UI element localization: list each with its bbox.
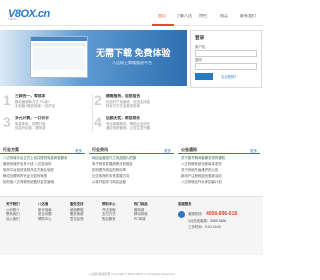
news-item[interactable]: 新用户注册即送优惠券活动 — [181, 174, 258, 178]
contact-phone: 4008-896-618 — [206, 211, 238, 217]
nav-item-buy[interactable]: 购买 — [220, 14, 228, 18]
nav-item-features[interactable]: 特色 — [199, 14, 207, 18]
news-col-header: 行业资讯 更多 — [89, 146, 174, 154]
news-item[interactable]: 八达商城平台正式上线并提供免费体验服务 — [3, 156, 83, 160]
nav-underline — [0, 25, 263, 26]
feature-number: 1 — [3, 92, 11, 108]
footer-link[interactable]: 帮助中心 — [38, 217, 66, 221]
copyright-bar: 八达网 版权所有 Copyright © 2014 V8OX.cn All Ri… — [0, 262, 263, 276]
news-item[interactable]: 网店运营技巧之商品图片拍摄 — [92, 156, 172, 160]
login-button-label: 登录 — [200, 83, 208, 87]
contact-box: 客服服务 客服热线： 4008-896-618 QQ在线客服：8888 6666… — [178, 202, 260, 248]
feature-title: 三网合一，零成本 — [15, 94, 46, 98]
banner-tagline: 八达网上商城管理平台 — [112, 61, 152, 65]
news-col-3: 公告通知 更多 关于春节期间客服安排的通知 八达商城系统全新版本发布 关于系统升… — [178, 146, 260, 186]
feature-number: 4 — [94, 114, 102, 130]
phone-icon — [178, 211, 185, 218]
logo[interactable]: V8OX.cn — [8, 4, 60, 20]
footer-link[interactable]: PC商城 — [134, 217, 162, 221]
news-item[interactable]: 关于春节期间客服安排的通知 — [181, 156, 258, 160]
feature-desc: 包括开店费，服务费 — [15, 126, 46, 130]
banner-headline: 无需下载 免费体验 — [96, 48, 171, 58]
feature-3: 3 多元计费，一口价计 免费体验，按需付费 包括开店费，服务费 — [3, 114, 91, 134]
nav-item-home[interactable]: 首页 — [158, 14, 166, 18]
feature-1: 1 三网合一，零成本 移动营销新方式 PC版+ 手机版+微信商城 一站开店 — [3, 92, 91, 112]
footer-col-title: 帮助中心 — [102, 202, 116, 206]
news-item[interactable]: 社交电商的未来发展方向 — [92, 174, 172, 178]
footer-col: 服务支持 使用教程 服务条款 意见反馈 — [70, 202, 98, 221]
feature-4: 4 后顾无忧，帮您成长 专业客服服务，帮助企业成长 通过系统营销，让您生意兴隆 — [94, 114, 184, 134]
feature-2: 2 随需服务，自由组合 包括开户及维修，包括支持各 种支付方式及物流查询 — [94, 92, 184, 112]
footer-col-title: 热门商品 — [134, 202, 148, 206]
news-item[interactable]: 八达商城合作伙伴招募计划 — [181, 180, 258, 184]
footer-col: 关于我们 公司简介 联系我们 加入我们 — [6, 202, 34, 221]
footer: 关于我们 公司简介 联系我们 加入我们 八达通 新手指南 常见问题 帮助中心 服… — [0, 196, 263, 255]
footer-link[interactable]: 意见反馈 — [70, 217, 98, 221]
news-col-header: 公告通知 更多 — [178, 146, 260, 154]
feature-title: 多元计费，一口价计 — [15, 116, 50, 120]
news-item[interactable]: 电商平台如何选择开店方案比较好 — [3, 168, 83, 172]
footer-col-title: 关于我们 — [6, 202, 20, 206]
feature-desc: 手机版+微信商城 一站开店 — [15, 104, 56, 108]
contact-label: 客服热线： — [188, 212, 205, 216]
password-label: 密码 — [195, 58, 202, 62]
news-col-1: 行业方案 更多 八达商城平台正式上线并提供免费体验服务 微信商城开店多少钱 八达… — [0, 146, 85, 186]
news-item[interactable]: 关于系统升级维护的公告 — [181, 168, 258, 172]
feature-number: 3 — [3, 114, 11, 130]
footer-col-title: 服务支持 — [70, 202, 84, 206]
news-item[interactable]: 如何用八达商城系统做好会员营销 — [3, 180, 83, 184]
footer-col: 帮助中心 开店流程 支付方式 售后服务 — [102, 202, 130, 221]
feature-divider — [92, 94, 93, 132]
footer-col-title: 八达通 — [38, 202, 49, 206]
banner[interactable]: 无需下载 免费体验 八达网上商城管理平台 — [0, 30, 187, 86]
news-item[interactable]: 八达商城系统全新版本发布 — [181, 162, 258, 166]
login-panel: 登录 用户名 密码 登录 忘记密码？ — [190, 30, 262, 88]
feature-desc: 通过系统营销，让您生意兴隆 — [106, 126, 151, 130]
forgot-link[interactable]: 忘记密码？ — [221, 75, 238, 79]
news-col-2: 行业资讯 更多 网店运营技巧之商品图片拍摄 电子商务发展趋势分析报告 如何提升网… — [89, 146, 174, 186]
footer-link[interactable]: 售后服务 — [102, 217, 130, 221]
feature-title: 随需服务，自由组合 — [106, 94, 141, 98]
features: 1 三网合一，零成本 移动营销新方式 PC版+ 手机版+微信商城 一站开店 2 … — [0, 90, 187, 136]
banner-screenshot — [30, 36, 88, 78]
login-title: 登录 — [195, 35, 205, 40]
footer-link[interactable]: 加入我们 — [6, 217, 34, 221]
nav-bar: 首页 了解八达 特色 购买 联系我们 — [146, 12, 260, 22]
contact-title: 客服服务 — [178, 202, 192, 206]
nav-item-contact[interactable]: 联系我们 — [240, 14, 256, 18]
login-button[interactable]: 登录 — [195, 73, 213, 87]
news-item[interactable]: 移动互联网时代企业如何转型 — [3, 174, 83, 178]
nav-item-about[interactable]: 了解八达 — [176, 14, 192, 18]
username-label: 用户名 — [195, 45, 206, 49]
news-item[interactable]: 如何提升网店的转化率 — [92, 168, 172, 172]
footer-col: 热门商品 微商城 移动商城 PC商城 — [134, 202, 162, 221]
header: V8OX.cn V8OX 首页 了解八达 特色 购买 联系我们 — [0, 0, 263, 26]
feature-number: 2 — [94, 92, 102, 108]
contact-hours: 工作时间：9:00-18:00 — [188, 225, 222, 229]
news-col-header: 行业方案 更多 — [0, 146, 85, 154]
footer-col: 八达通 新手指南 常见问题 帮助中心 — [38, 202, 66, 221]
contact-qq[interactable]: QQ在线客服：8888 6666 — [188, 219, 226, 223]
username-input[interactable] — [195, 50, 257, 57]
copyright: 八达网 版权所有 Copyright © 2014 V8OX.cn All Ri… — [88, 272, 175, 276]
news-item[interactable]: 电子商务发展趋势分析报告 — [92, 162, 172, 166]
password-input[interactable] — [195, 63, 257, 70]
feature-desc: 种支付方式及物流查询 — [106, 104, 140, 108]
logo-sub: V8OX — [8, 17, 17, 21]
feature-title: 后顾无忧，帮您成长 — [106, 116, 141, 120]
nav-active-marker — [152, 24, 174, 26]
news-item[interactable]: 从零开始学习网店运营 — [92, 180, 172, 184]
news-item[interactable]: 微信商城开店多少钱 八达告诉你 — [3, 162, 83, 166]
